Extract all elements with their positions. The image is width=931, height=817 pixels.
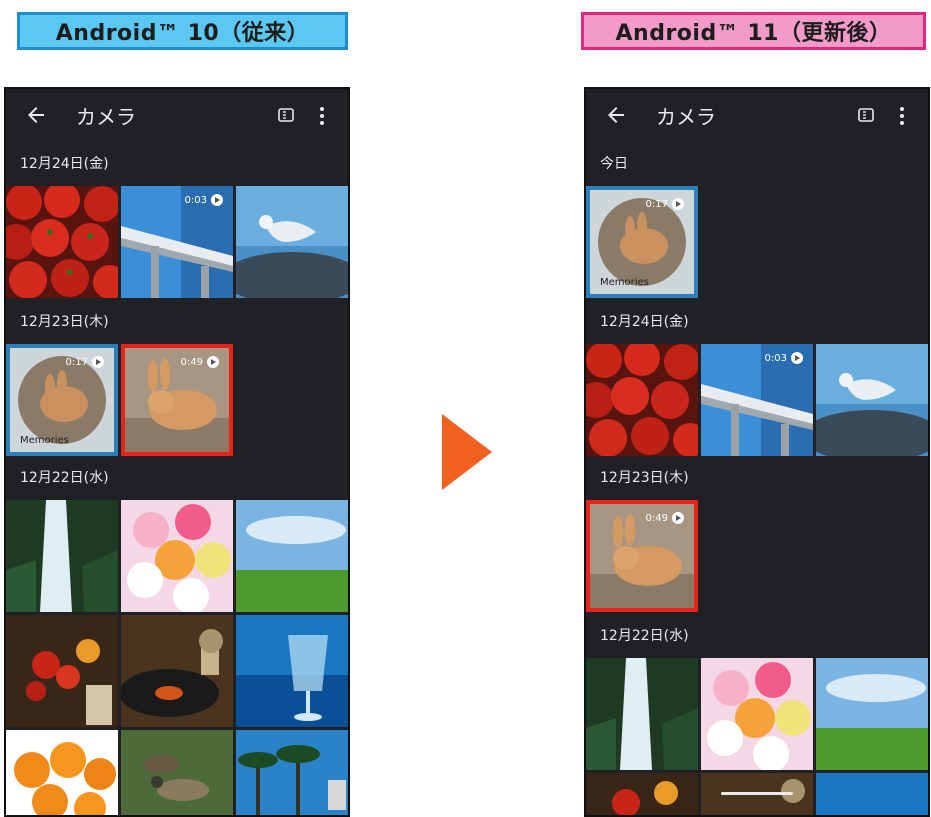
app-title: カメラ (656, 105, 716, 129)
photo-palms[interactable] (236, 730, 348, 815)
folder-icon[interactable] (278, 108, 294, 122)
play-icon (92, 356, 104, 368)
play-icon (207, 356, 219, 368)
video-duration-badge: 0:49 (646, 512, 684, 524)
photo-roses[interactable] (6, 615, 118, 727)
android11-badge: Android™ 11（更新後） (581, 12, 926, 50)
photo-grassland[interactable] (236, 500, 348, 612)
video-rabbit[interactable]: 0:49 (121, 344, 233, 456)
memories-label: Memories (600, 277, 649, 288)
video-duration-badge: 0:17 (646, 198, 684, 210)
photo-record-player[interactable] (121, 615, 233, 727)
section-header-dec24: 12月24日(金) (20, 156, 109, 172)
photo-seagull[interactable] (816, 344, 928, 456)
transition-arrow-icon (442, 414, 492, 490)
photo-tomatoes[interactable] (6, 186, 118, 298)
back-arrow-icon[interactable] (604, 103, 628, 127)
section-header-dec23: 12月23日(木) (20, 314, 109, 330)
play-icon (672, 198, 684, 210)
back-arrow-icon[interactable] (24, 103, 48, 127)
photo-waterfall[interactable] (586, 658, 698, 770)
photo-grassland[interactable] (816, 658, 928, 770)
app-bar: カメラ (6, 89, 348, 145)
section-header-dec24: 12月24日(金) (600, 314, 689, 330)
photo-ducks[interactable] (121, 730, 233, 815)
photo-seagull[interactable] (236, 186, 348, 298)
photo-glass-sea[interactable] (816, 773, 928, 815)
video-duration-badge: 0:49 (181, 356, 219, 368)
memories-tile[interactable]: 0:17 Memories (586, 186, 698, 298)
more-vert-icon[interactable] (899, 106, 905, 126)
photo-oranges[interactable] (6, 730, 118, 815)
play-icon (791, 352, 803, 364)
photo-glass-sea[interactable] (236, 615, 348, 727)
play-icon (672, 512, 684, 524)
photo-candies[interactable] (701, 658, 813, 770)
memories-label: Memories (20, 435, 69, 446)
section-header-today: 今日 (600, 156, 628, 172)
photo-roses[interactable] (586, 773, 698, 815)
android10-badge: Android™ 10（従来） (17, 12, 348, 50)
video-rabbit[interactable]: 0:49 (586, 500, 698, 612)
video-duration-badge: 0:17 (66, 356, 104, 368)
app-bar: カメラ (586, 89, 928, 145)
play-icon (211, 194, 223, 206)
photo-candies[interactable] (121, 500, 233, 612)
video-duration-badge: 0:03 (185, 194, 223, 206)
section-header-dec22: 12月22日(水) (600, 628, 689, 644)
phone-android11: カメラ 今日 0:17 Memories 12月24日(金) 0:03 12月2… (584, 87, 930, 817)
video-monorail[interactable]: 0:03 (701, 344, 813, 456)
video-monorail[interactable]: 0:03 (121, 186, 233, 298)
gesture-nav-bar[interactable] (721, 792, 793, 795)
phone-android10: カメラ 12月24日(金) 0:03 12月23日(木) 0:17 Memori… (4, 87, 350, 817)
video-duration-badge: 0:03 (765, 352, 803, 364)
folder-icon[interactable] (858, 108, 874, 122)
memories-tile[interactable]: 0:17 Memories (6, 344, 118, 456)
photo-tomatoes[interactable] (586, 344, 698, 456)
more-vert-icon[interactable] (319, 106, 325, 126)
section-header-dec22: 12月22日(水) (20, 470, 109, 486)
section-header-dec23: 12月23日(木) (600, 470, 689, 486)
photo-waterfall[interactable] (6, 500, 118, 612)
app-title: カメラ (76, 105, 136, 129)
